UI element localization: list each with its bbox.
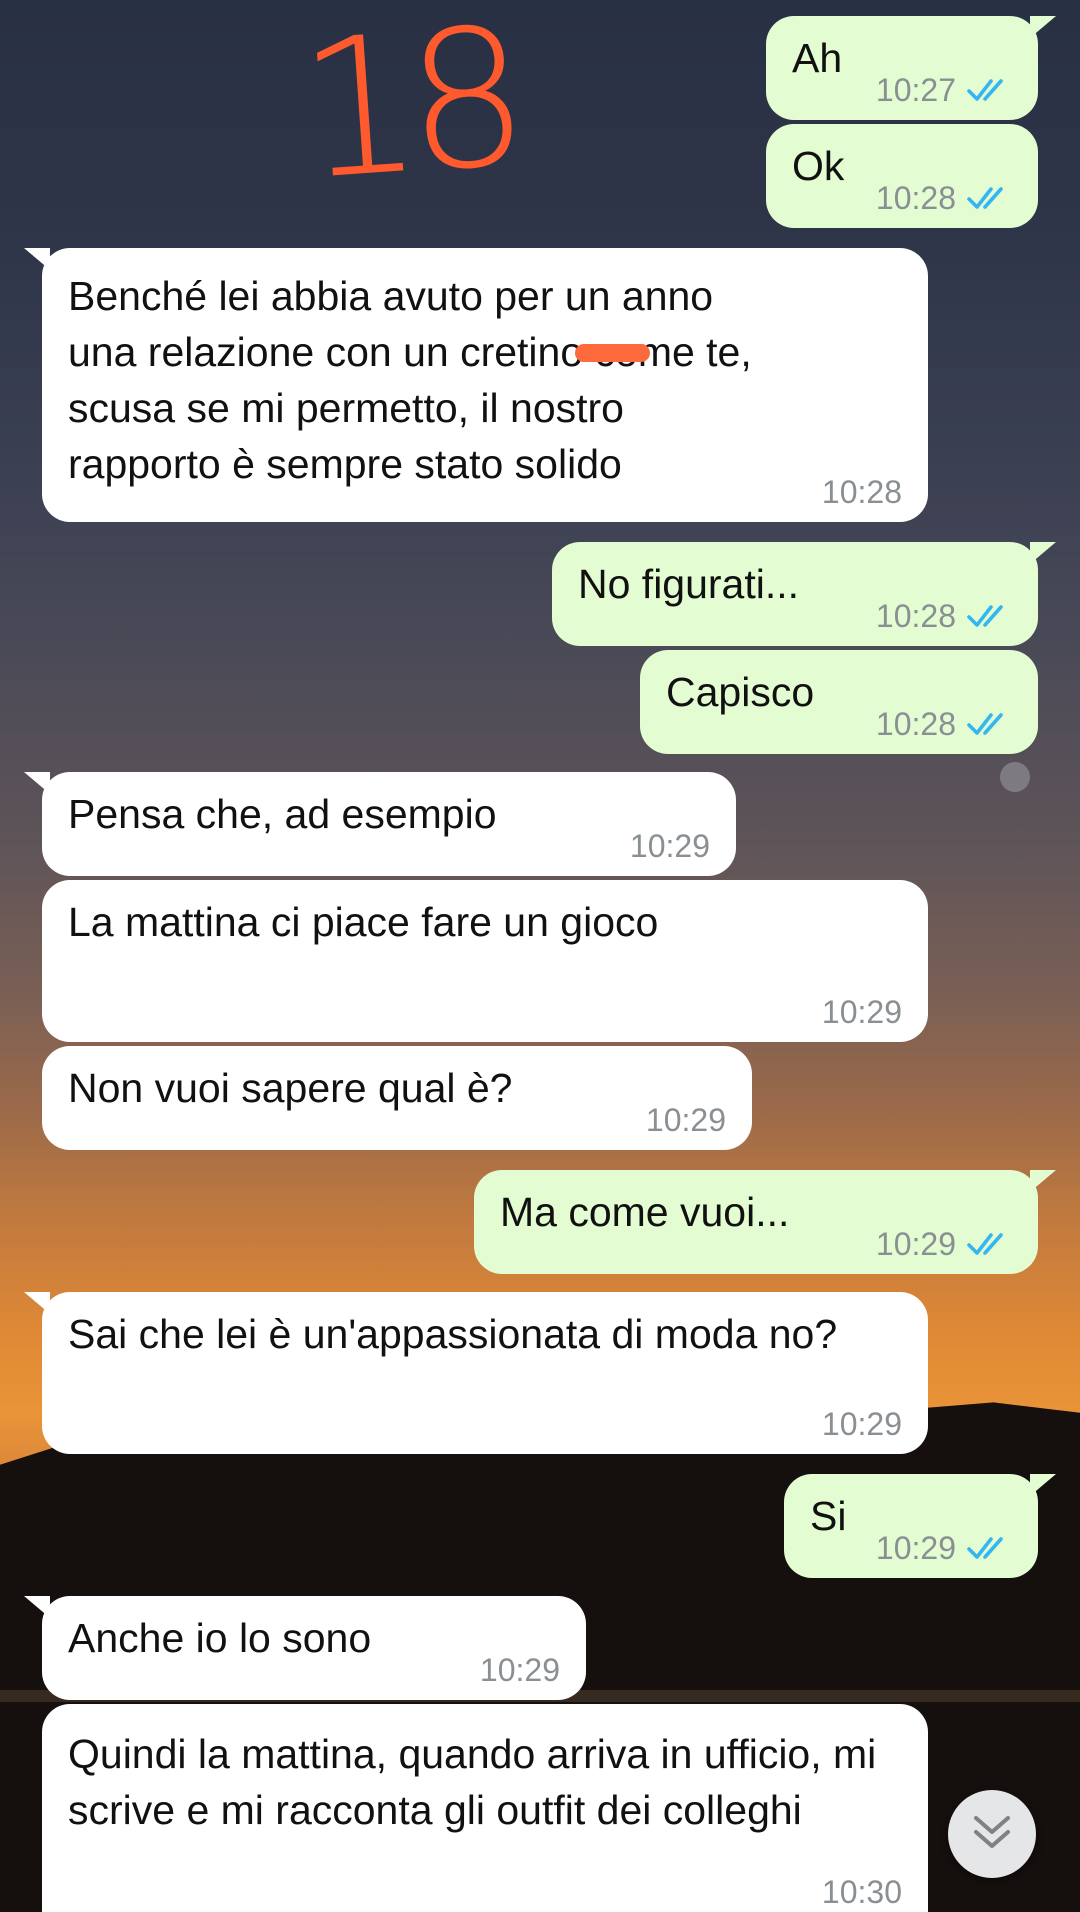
scroll-to-bottom-button[interactable]	[948, 1790, 1036, 1878]
message-meta: 10:29	[822, 994, 902, 1030]
message-bubble-incoming[interactable]: Anche io lo sono 10:29	[24, 1596, 586, 1700]
message-bubble-incoming[interactable]: Non vuoi sapere qual è? 10:29	[42, 1046, 752, 1150]
message-text: Quindi la mattina, quando arriva in uffi…	[68, 1731, 877, 1833]
message-text: Si	[810, 1493, 847, 1539]
message-bubble-incoming[interactable]: Quindi la mattina, quando arriva in uffi…	[42, 1704, 928, 1912]
message-meta: 10:29	[480, 1652, 560, 1688]
message-text: No figurati...	[578, 561, 800, 607]
message-meta: 10:28	[876, 706, 1012, 742]
message-bubble-outgoing[interactable]: Si 10:29	[784, 1474, 1056, 1578]
message-text: La mattina ci piace fare un gioco	[68, 899, 659, 945]
message-time: 10:29	[821, 1406, 902, 1442]
message-bubble-incoming[interactable]: La mattina ci piace fare un gioco 10:29	[42, 880, 928, 1042]
message-bubble-incoming[interactable]: Benché lei abbia avuto per un anno una r…	[24, 248, 928, 522]
message-time: 10:29	[479, 1652, 560, 1688]
message-meta: 10:28	[822, 474, 902, 510]
message-bubble-outgoing[interactable]: Ok 10:28	[766, 124, 1038, 228]
message-meta: 10:29	[630, 828, 710, 864]
message-time: 10:29	[875, 1226, 956, 1262]
message-time: 10:29	[875, 1530, 956, 1566]
message-time: 10:28	[875, 180, 956, 216]
message-text: Non vuoi sapere qual è?	[68, 1065, 513, 1111]
message-bubble-outgoing[interactable]: No figurati... 10:28	[552, 542, 1056, 646]
message-meta: 10:29	[876, 1226, 1012, 1262]
message-time: 10:28	[875, 706, 956, 742]
double-check-icon	[966, 1231, 1012, 1257]
message-text: Pensa che, ad esempio	[68, 791, 497, 837]
message-meta: 10:28	[876, 598, 1012, 634]
message-bubble-incoming[interactable]: Pensa che, ad esempio 10:29	[24, 772, 736, 876]
message-time: 10:29	[645, 1102, 726, 1138]
message-bubble-outgoing[interactable]: Capisco 10:28	[640, 650, 1038, 754]
message-text: Sai che lei è un'appassionata di moda no…	[68, 1311, 838, 1357]
message-meta: 10:29	[646, 1102, 726, 1138]
message-text: Benché lei abbia avuto per un anno una r…	[68, 273, 752, 487]
double-check-icon	[966, 77, 1012, 103]
double-check-icon	[966, 711, 1012, 737]
message-meta: 10:29	[876, 1530, 1012, 1566]
message-time: 10:30	[821, 1874, 902, 1910]
message-bubble-outgoing[interactable]: Ah 10:27	[766, 16, 1056, 120]
double-check-icon	[966, 603, 1012, 629]
chat-area[interactable]: Ah 10:27 Ok 10:28 Benché lei abbia avuto…	[0, 0, 1080, 1912]
double-check-icon	[966, 185, 1012, 211]
message-text: Capisco	[666, 669, 815, 715]
message-meta: 10:29	[822, 1406, 902, 1442]
message-time: 10:28	[821, 474, 902, 510]
double-chevron-down-icon	[970, 1812, 1014, 1857]
message-text: Ma come vuoi...	[500, 1189, 790, 1235]
message-meta: 10:30	[822, 1874, 902, 1910]
message-meta: 10:28	[876, 180, 1012, 216]
message-meta: 10:27	[876, 72, 1012, 108]
message-bubble-outgoing[interactable]: Ma come vuoi... 10:29	[474, 1170, 1056, 1274]
message-time: 10:27	[875, 72, 956, 108]
message-text: Anche io lo sono	[68, 1615, 372, 1661]
message-text: Ah	[792, 35, 843, 81]
double-check-icon	[966, 1535, 1012, 1561]
redaction-mark	[575, 344, 650, 362]
message-time: 10:29	[629, 828, 710, 864]
message-bubble-incoming[interactable]: Sai che lei è un'appassionata di moda no…	[24, 1292, 928, 1454]
message-time: 10:28	[875, 598, 956, 634]
message-text: Ok	[792, 143, 845, 189]
message-time: 10:29	[821, 994, 902, 1030]
